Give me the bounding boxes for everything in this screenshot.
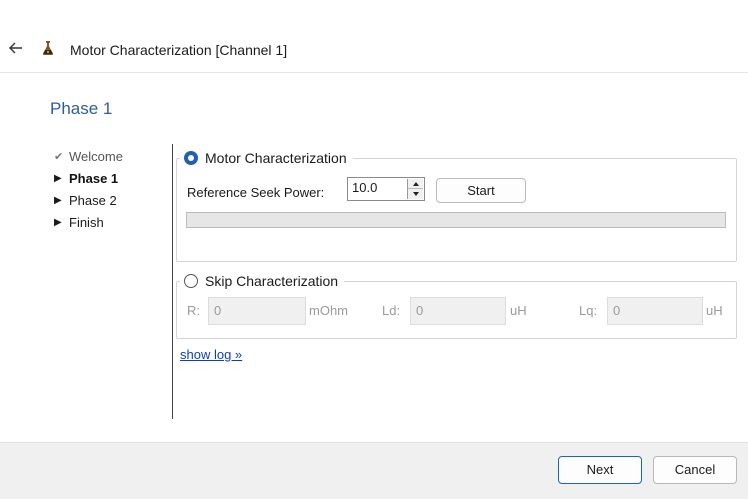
lq-input[interactable]: 0 [607,297,703,325]
ld-label: Ld: [382,303,401,318]
lq-label: Lq: [579,303,598,318]
checkmark-icon: ✔ [54,151,64,163]
r-unit: mOhm [309,303,348,318]
triangle-down-icon [412,192,419,196]
step-label: Finish [69,215,104,230]
step-label: Welcome [69,149,123,164]
reference-seek-power-spinbox[interactable]: 10.0 [347,177,425,201]
ld-input[interactable]: 0 [410,297,506,325]
step-finish: ▶ Finish [54,215,123,237]
wizard-steps: ✔ Welcome ▶ Phase 1 ▶ Phase 2 ▶ Finish [54,149,123,237]
skip-characterization-radio[interactable]: Skip Characterization [180,273,345,289]
ld-unit: uH [510,303,527,318]
arrow-left-icon[interactable] [8,40,24,56]
window-title: Motor Characterization [Channel 1] [70,42,288,58]
step-label: Phase 2 [69,193,117,208]
triangle-right-icon: ▶ [54,217,62,228]
lq-unit: uH [706,303,723,318]
motor-characterization-group [176,158,737,262]
skip-characterization-label: Skip Characterization [205,273,339,289]
triangle-right-icon: ▶ [54,195,62,206]
reference-seek-power-label: Reference Seek Power: [187,185,325,200]
divider [172,144,173,419]
next-button[interactable]: Next [558,456,642,484]
r-input[interactable]: 0 [208,297,306,325]
radio-unselected-icon[interactable] [184,274,198,288]
motor-characterization-radio[interactable]: Motor Characterization [180,150,353,166]
radio-selected-icon[interactable] [184,151,198,165]
spin-buttons [407,179,423,199]
step-phase-1: ▶ Phase 1 [54,171,123,193]
spin-down-button[interactable] [408,189,423,199]
reference-seek-power-value[interactable]: 10.0 [352,180,377,195]
spin-up-button[interactable] [408,179,423,189]
triangle-right-icon: ▶ [54,173,62,184]
title-bar: Motor Characterization [Channel 1] [0,0,748,73]
start-button[interactable]: Start [436,178,526,203]
show-log-link[interactable]: show log » [180,347,242,362]
step-phase-2: ▶ Phase 2 [54,193,123,215]
flask-icon [43,41,53,55]
triangle-up-icon [412,181,419,186]
characterization-progress-bar [186,212,726,228]
step-welcome: ✔ Welcome [54,149,123,171]
cancel-button[interactable]: Cancel [653,456,737,484]
step-label: Phase 1 [69,171,119,186]
page-title: Phase 1 [50,99,113,118]
r-label: R: [187,303,200,318]
motor-characterization-label: Motor Characterization [205,150,347,166]
